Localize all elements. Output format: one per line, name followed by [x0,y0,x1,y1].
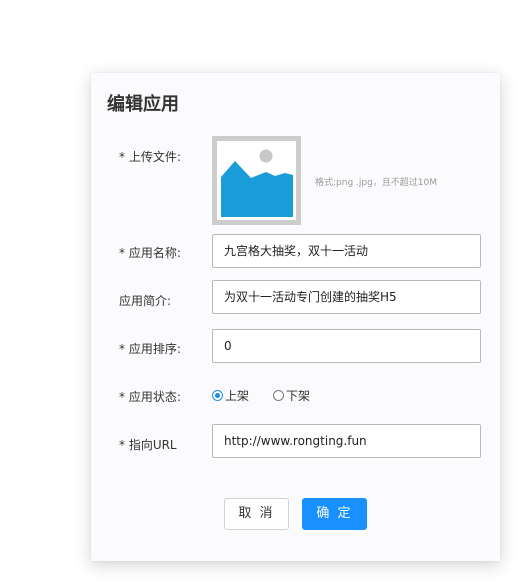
url-input[interactable]: http://www.rongting.fun [212,424,481,458]
url-label: * 指向URL [119,438,177,452]
edit-app-dialog: 编辑应用 * 上传文件: 格式:png .jpg，且不超过10M * 应用名称:… [91,73,500,561]
confirm-button[interactable]: 确 定 [302,498,367,530]
status-radio-offline[interactable]: 下架 [273,387,310,404]
image-upload[interactable] [212,136,301,225]
app-name-input[interactable]: 九宫格大抽奖，双十一活动 [212,234,481,268]
status-label: * 应用状态: [119,390,181,404]
app-desc-input[interactable]: 为双十一活动专门创建的抽奖H5 [212,280,481,314]
status-radio-online[interactable]: 上架 [212,387,249,404]
desc-label: 应用简介: [119,294,172,308]
sort-label: * 应用排序: [119,342,181,356]
radio-checked-icon [212,390,223,401]
cancel-button[interactable]: 取 消 [224,498,289,530]
status-option-label: 上架 [225,389,250,403]
radio-unchecked-icon [273,390,284,401]
status-option-label: 下架 [286,389,311,403]
upload-label: * 上传文件: [119,150,181,164]
image-placeholder-icon [217,141,296,220]
name-label: * 应用名称: [119,246,181,260]
dialog-title: 编辑应用 [107,94,179,115]
app-sort-input[interactable]: 0 [212,329,481,363]
upload-hint: 格式:png .jpg，且不超过10M [315,178,438,188]
